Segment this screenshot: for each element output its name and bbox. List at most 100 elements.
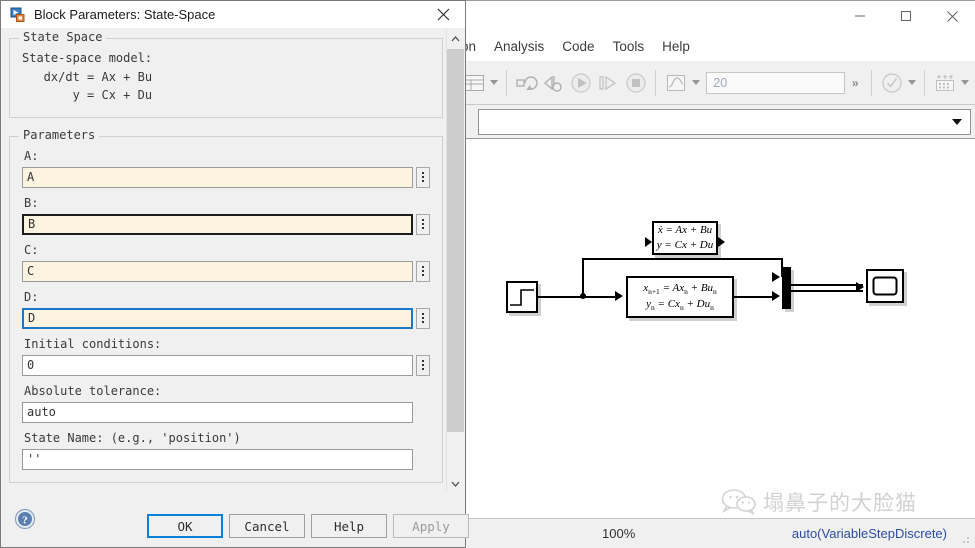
cancel-button[interactable]: Cancel — [229, 514, 305, 538]
label-d: D: — [24, 289, 39, 304]
close-icon[interactable] — [929, 1, 975, 31]
block-parameters-dialog: Block Parameters: State-Space State Spac… — [0, 0, 469, 548]
label-initial-conditions: Initial conditions: — [24, 336, 162, 351]
stop-icon[interactable] — [622, 68, 649, 98]
data-inspector-dropdown-icon[interactable] — [958, 68, 971, 98]
parameters-group: Parameters A: A B: B C: C D: D Initial c… — [9, 127, 443, 483]
maximize-icon[interactable] — [883, 1, 929, 31]
simulink-toolbar: 20 » — [456, 61, 975, 105]
continuous-state-space-block[interactable]: ẋ = Ax + Bu y = Cx + Du — [652, 221, 718, 255]
simulink-block-icon — [10, 7, 25, 22]
selector-initial-conditions[interactable] — [416, 354, 430, 376]
label-absolute-tolerance: Absolute tolerance: — [24, 383, 162, 398]
toolbar-divider-2 — [655, 69, 657, 96]
breadcrumb[interactable] — [478, 109, 971, 135]
field-b[interactable]: B — [22, 213, 413, 235]
row-d: D — [22, 307, 430, 329]
wire-discrete-to-mux — [734, 296, 776, 298]
field-initial-conditions[interactable]: 0 — [22, 354, 413, 376]
wire-branch-top — [582, 258, 783, 260]
wire-junction-to-discrete — [582, 296, 618, 298]
run-icon[interactable] — [567, 68, 594, 98]
svg-text:?: ? — [22, 515, 28, 527]
wire-branch-vertical — [582, 258, 584, 296]
row-state-name: '' — [22, 448, 430, 470]
field-d[interactable]: D — [22, 307, 413, 329]
row-c: C — [22, 260, 430, 282]
row-initial-conditions: 0 — [22, 354, 430, 376]
field-c[interactable]: C — [22, 260, 413, 282]
dialog-scrollbar[interactable] — [446, 30, 464, 492]
field-absolute-tolerance[interactable]: auto — [22, 401, 413, 423]
close-icon[interactable] — [421, 1, 465, 28]
field-state-name[interactable]: '' — [22, 448, 413, 470]
resize-grip-icon[interactable] — [959, 533, 971, 545]
ok-button[interactable]: OK — [147, 514, 223, 538]
dialog-body: State Space State-space model: dx/dt = A… — [1, 28, 465, 496]
menu-tools[interactable]: Tools — [604, 36, 654, 57]
menu-code[interactable]: Code — [553, 36, 603, 57]
step-signal-icon — [510, 289, 534, 306]
row-absolute-tolerance: auto — [22, 401, 430, 423]
wechat-bubble-icon — [721, 489, 756, 515]
wire-mux-to-scope-lower — [791, 290, 863, 292]
arrow-to-mux-input-2 — [772, 291, 780, 301]
model-browser-dropdown-icon[interactable] — [487, 68, 500, 98]
step-block[interactable] — [506, 281, 538, 313]
scope-dropdown-icon[interactable] — [690, 68, 703, 98]
menu-analysis[interactable]: Analysis — [485, 36, 553, 57]
simulation-stop-time-input[interactable]: 20 — [706, 71, 846, 94]
arrow-to-discrete-input — [615, 291, 623, 301]
toolbar-divider — [506, 69, 507, 96]
wechat-watermark: 塌鼻子的大脸猫 — [721, 487, 917, 517]
wire-mux-to-scope-upper — [791, 284, 863, 286]
watermark-text: 塌鼻子的大脸猫 — [763, 492, 917, 515]
scrollbar-thumb[interactable] — [447, 49, 464, 432]
model-breadcrumb-bar — [456, 106, 975, 138]
simulink-title-bar — [456, 1, 975, 31]
menu-help[interactable]: Help — [653, 36, 699, 57]
selector-d[interactable] — [416, 307, 430, 329]
status-solver[interactable]: auto(VariableStepDiscrete) — [792, 526, 947, 541]
help-button[interactable]: Help — [311, 514, 387, 538]
state-space-group-legend: State Space — [19, 30, 107, 44]
scroll-down-icon[interactable] — [447, 475, 464, 492]
state-space-group: State Space State-space model: dx/dt = A… — [9, 30, 443, 118]
dialog-title: Block Parameters: State-Space — [34, 7, 216, 22]
simulink-model-window: ion Analysis Code Tools Help 20 » ẋ = Ax… — [455, 0, 975, 548]
mux-block[interactable] — [782, 267, 791, 309]
breadcrumb-dropdown-icon[interactable] — [952, 119, 962, 125]
toolbar-divider-3 — [871, 69, 873, 96]
discrete-ss-equation-1: xn+1 = Axn + Bun — [643, 281, 717, 296]
help-question-icon[interactable]: ? — [14, 508, 36, 530]
simulink-status-bar: 100% auto(VariableStepDiscrete) — [456, 518, 975, 548]
row-a: A — [22, 166, 430, 188]
toolbar-overflow-button[interactable]: » — [845, 68, 865, 98]
state-space-description: State-space model: dx/dt = Ax + Bu y = C… — [22, 51, 153, 103]
minimize-icon[interactable] — [837, 1, 883, 31]
continuous-ss-equation-1: ẋ = Ax + Bu — [657, 224, 713, 237]
label-c: C: — [24, 242, 39, 257]
apply-button[interactable]: Apply — [393, 514, 469, 538]
build-model-icon[interactable] — [540, 68, 567, 98]
continuous-ss-equation-2: y = Cx + Du — [656, 239, 714, 251]
step-forward-icon[interactable] — [595, 68, 622, 98]
field-a[interactable]: A — [22, 166, 413, 188]
selector-b[interactable] — [416, 213, 430, 235]
simulink-menu-bar: ion Analysis Code Tools Help — [456, 31, 975, 61]
data-inspector-icon[interactable] — [931, 68, 958, 98]
selector-c[interactable] — [416, 260, 430, 282]
model-canvas[interactable]: ẋ = Ax + Bu y = Cx + Du xn+1 = Axn + Bun… — [456, 138, 975, 518]
model-advisor-check-icon[interactable] — [878, 68, 905, 98]
status-zoom-level: 100% — [602, 526, 636, 541]
scope-display-icon — [872, 276, 898, 296]
scope-block[interactable] — [866, 269, 904, 303]
discrete-state-space-block[interactable]: xn+1 = Axn + Bun yn = Cxn + Dun — [626, 276, 734, 318]
scope-icon[interactable] — [662, 68, 689, 98]
arrow-to-scope-input — [856, 282, 864, 292]
selector-a[interactable] — [416, 166, 430, 188]
dialog-button-row: OK Cancel Help Apply — [147, 514, 469, 538]
update-model-icon[interactable] — [513, 68, 540, 98]
scroll-up-icon[interactable] — [447, 30, 464, 47]
model-advisor-dropdown-icon[interactable] — [905, 68, 918, 98]
